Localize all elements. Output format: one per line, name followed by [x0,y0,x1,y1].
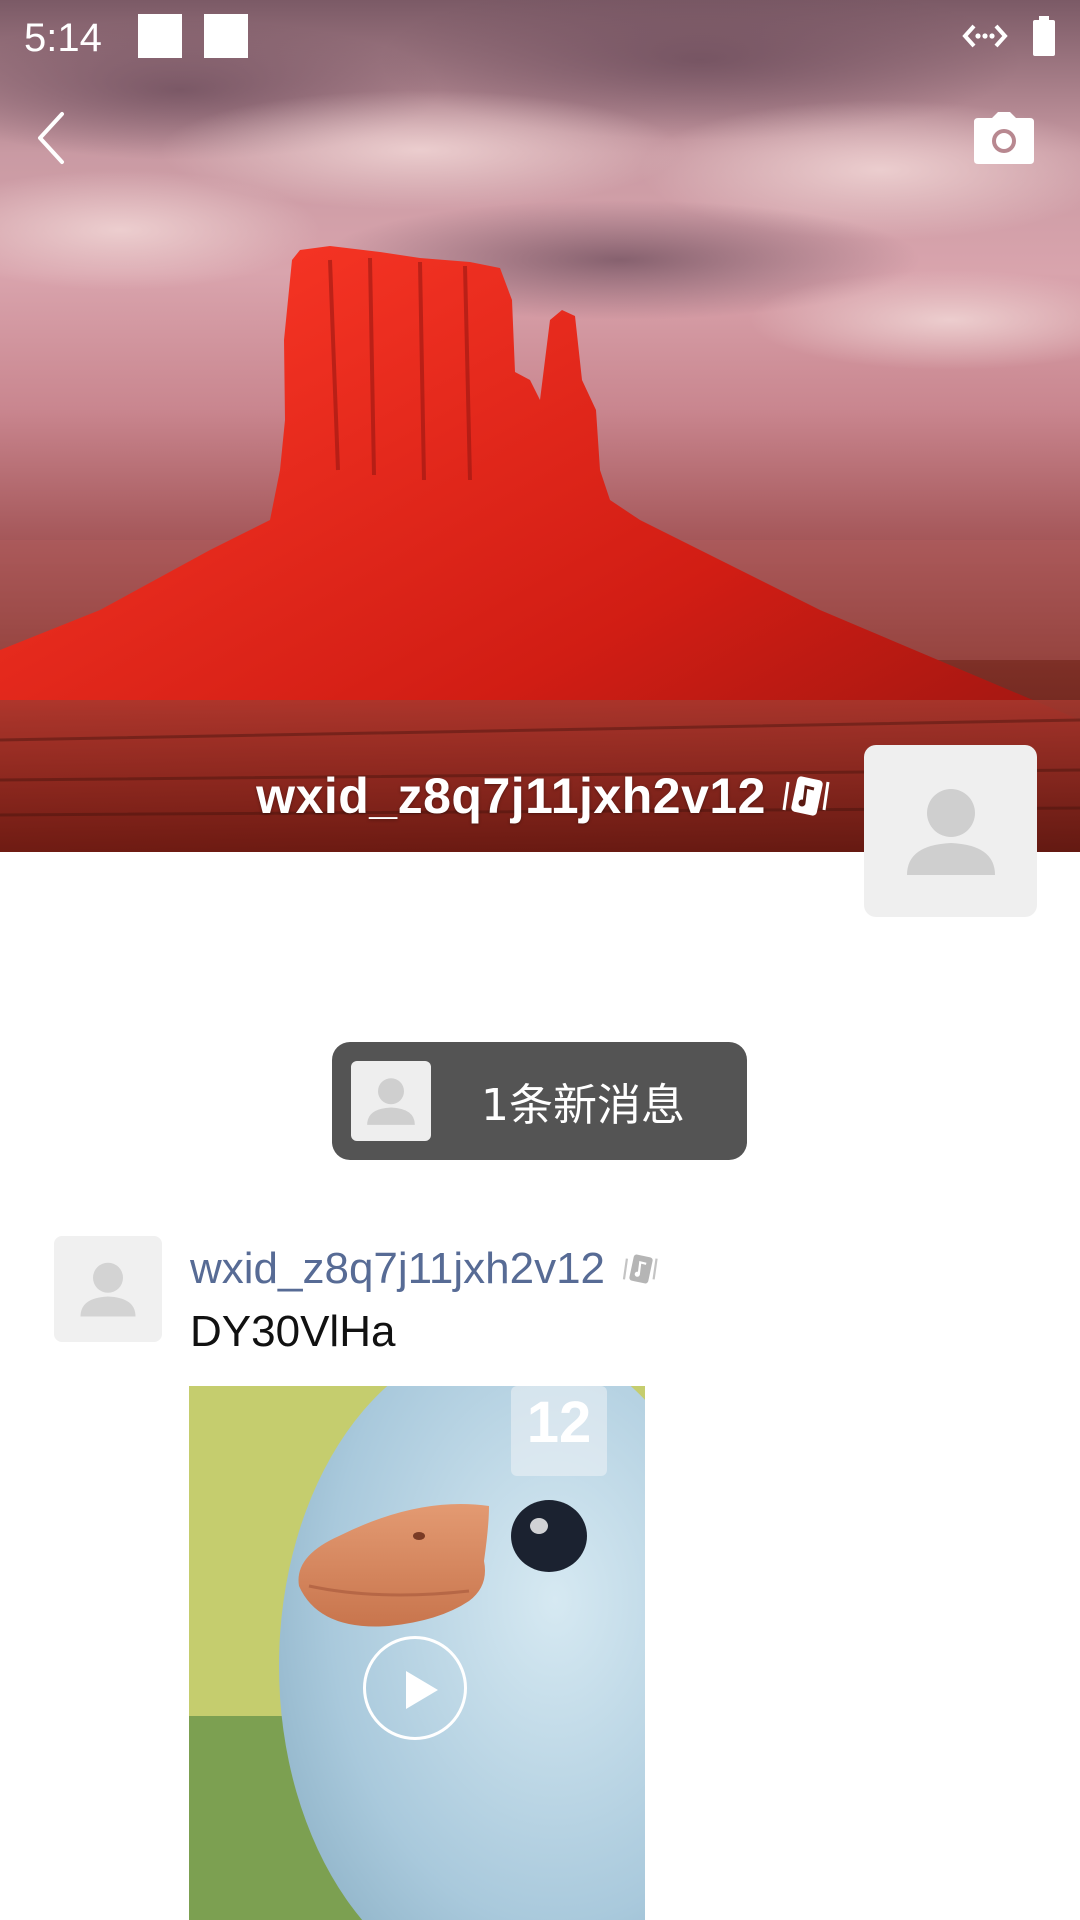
post-author-avatar[interactable] [54,1236,162,1342]
person-placeholder-icon [80,1262,136,1317]
new-message-avatar [351,1061,431,1141]
new-messages-label: 1条新消息 [481,1080,685,1131]
chevron-left-icon[interactable] [30,108,76,168]
post-video-thumbnail[interactable]: 12 [189,1386,645,1920]
profile-name-row[interactable]: wxid_z8q7j11jxh2v12 [256,766,834,826]
person-placeholder-icon [906,789,995,875]
camera-icon[interactable] [972,112,1036,166]
status-time: 5:14 [24,16,102,60]
post-author-row[interactable]: wxid_z8q7j11jxh2v12 [190,1240,661,1298]
vpn-icon [962,24,1008,48]
cover-landscape-image [0,0,1080,852]
profile-avatar[interactable] [864,745,1037,917]
status-bar: 5:14 [0,0,1080,76]
notification-icon [204,14,248,58]
post-author-name[interactable]: wxid_z8q7j11jxh2v12 [190,1244,605,1294]
cover-photo[interactable] [0,0,1080,852]
play-button[interactable] [363,1636,467,1740]
profile-username[interactable]: wxid_z8q7j11jxh2v12 [256,767,766,825]
new-messages-button[interactable]: 1条新消息 [332,1042,747,1160]
person-placeholder-icon [367,1078,415,1125]
music-card-icon[interactable] [780,774,834,818]
video-overlay-number: 12 [527,1390,592,1455]
play-icon [406,1671,438,1709]
post-text: DY30VlHa [190,1307,396,1356]
music-card-icon[interactable] [621,1250,661,1288]
notification-icon [138,14,182,58]
battery-icon [1033,16,1055,56]
